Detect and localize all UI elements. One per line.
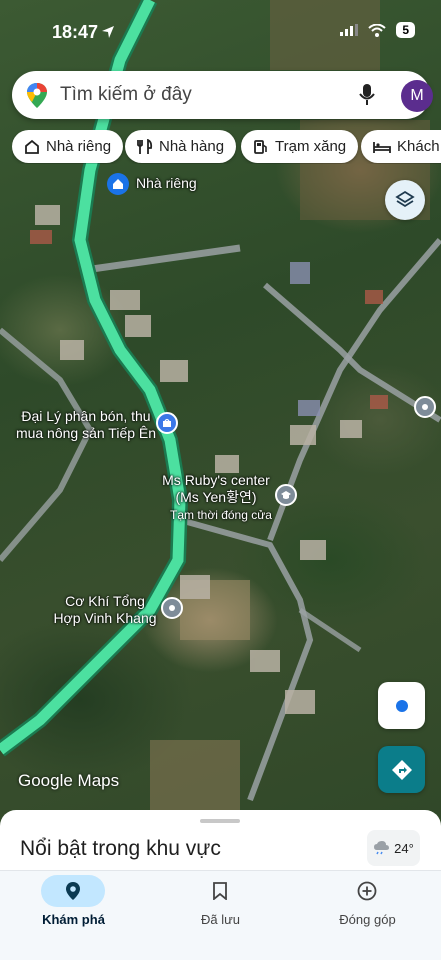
school-marker[interactable] xyxy=(275,484,297,506)
status-icons: 5 xyxy=(340,22,415,38)
poi-label-ms-ruby[interactable]: Ms Ruby's center (Ms Yen황연) xyxy=(156,472,276,506)
directions-button[interactable] xyxy=(378,746,425,793)
google-maps-pin-icon xyxy=(27,83,47,108)
poi-label-tiep-en[interactable]: Đại Lý phân bón, thu mua nông sản Tiếp Ê… xyxy=(10,408,162,442)
chip-home[interactable]: Nhà riêng xyxy=(12,130,124,163)
weather-badge[interactable]: 24° xyxy=(367,830,420,866)
restaurant-icon xyxy=(137,138,153,154)
home-marker[interactable] xyxy=(107,173,129,195)
home-label[interactable]: Nhà riêng xyxy=(136,175,197,192)
chip-gas-stations[interactable]: Trạm xăng xyxy=(241,130,359,163)
tab-contribute[interactable]: Đóng góp xyxy=(294,871,441,960)
my-location-button[interactable] xyxy=(378,682,425,729)
tab-label: Đóng góp xyxy=(339,912,396,927)
layers-button[interactable] xyxy=(385,180,425,220)
temperature: 24° xyxy=(394,840,414,856)
shopping-bag-icon xyxy=(163,418,171,427)
chip-label: Nhà hàng xyxy=(159,138,225,155)
tab-saved[interactable]: Đã lưu xyxy=(147,871,294,960)
tab-icon-wrap xyxy=(335,875,399,907)
sheet-drag-handle[interactable] xyxy=(200,819,240,823)
chip-label: Nhà riêng xyxy=(46,138,112,155)
add-circle-icon xyxy=(357,881,377,901)
hotel-icon xyxy=(373,141,391,153)
shopping-bag-marker[interactable] xyxy=(156,412,178,434)
tab-label: Đã lưu xyxy=(200,912,241,927)
poi-label-line: Ms Ruby's center xyxy=(162,472,270,488)
gas-station-icon xyxy=(254,139,267,154)
poi-label-line: (Ms Yen황연) xyxy=(175,489,257,505)
sheet-title: Nổi bật trong khu vực xyxy=(20,837,221,860)
location-arrow-icon xyxy=(102,26,114,38)
chip-label: Khách sạn xyxy=(397,138,441,155)
layers-icon xyxy=(395,190,415,208)
chip-hotels[interactable]: Khách sạn xyxy=(361,130,441,163)
explore-pin-icon xyxy=(66,882,80,900)
microphone-icon[interactable] xyxy=(358,83,376,107)
avatar[interactable]: M xyxy=(401,80,433,112)
graduation-cap-icon xyxy=(281,491,291,499)
cloud-rain-icon xyxy=(374,841,390,855)
poi-label-line: Cơ Khí Tổng xyxy=(65,593,145,609)
tab-icon-wrap xyxy=(41,875,105,907)
poi-status-closed: Tạm thời đóng cửa xyxy=(170,508,272,522)
search-input[interactable]: Tìm kiếm ở đây xyxy=(60,84,192,106)
tab-explore[interactable]: Khám phá xyxy=(0,871,147,960)
bottom-tab-bar: Khám phá Đã lưu Đóng góp xyxy=(0,870,441,960)
category-chips: Nhà riêng Nhà hàng Trạm xăng Khách sạn xyxy=(12,130,441,164)
my-location-icon xyxy=(395,699,408,712)
status-bar: 18:47 5 xyxy=(0,0,441,62)
poi-label-vinh-khang[interactable]: Cơ Khí Tổng Hợp Vinh Khang xyxy=(50,593,160,627)
dot-icon xyxy=(422,404,428,410)
home-icon xyxy=(113,179,123,189)
status-time: 18:47 xyxy=(52,22,99,42)
generic-place-marker[interactable] xyxy=(414,396,436,418)
bookmark-icon xyxy=(213,882,227,900)
search-bar[interactable]: Tìm kiếm ở đây M xyxy=(12,71,433,119)
generic-place-marker[interactable] xyxy=(161,597,183,619)
wifi-icon xyxy=(368,23,386,37)
dot-icon xyxy=(169,605,175,611)
directions-icon xyxy=(391,759,412,780)
tab-icon-wrap xyxy=(188,875,252,907)
cellular-signal-icon xyxy=(340,24,359,36)
home-icon xyxy=(25,139,39,154)
poi-label-line: Đại Lý phân bón, thu xyxy=(21,408,151,424)
battery-indicator: 5 xyxy=(396,22,415,38)
chip-restaurants[interactable]: Nhà hàng xyxy=(125,130,237,163)
poi-label-line: Hợp Vinh Khang xyxy=(53,610,157,626)
poi-label-line: mua nông sản Tiếp Ên xyxy=(15,425,157,441)
chip-label: Trạm xăng xyxy=(275,138,347,155)
tab-label: Khám phá xyxy=(42,912,105,927)
google-maps-logo: Google Maps xyxy=(18,771,120,790)
